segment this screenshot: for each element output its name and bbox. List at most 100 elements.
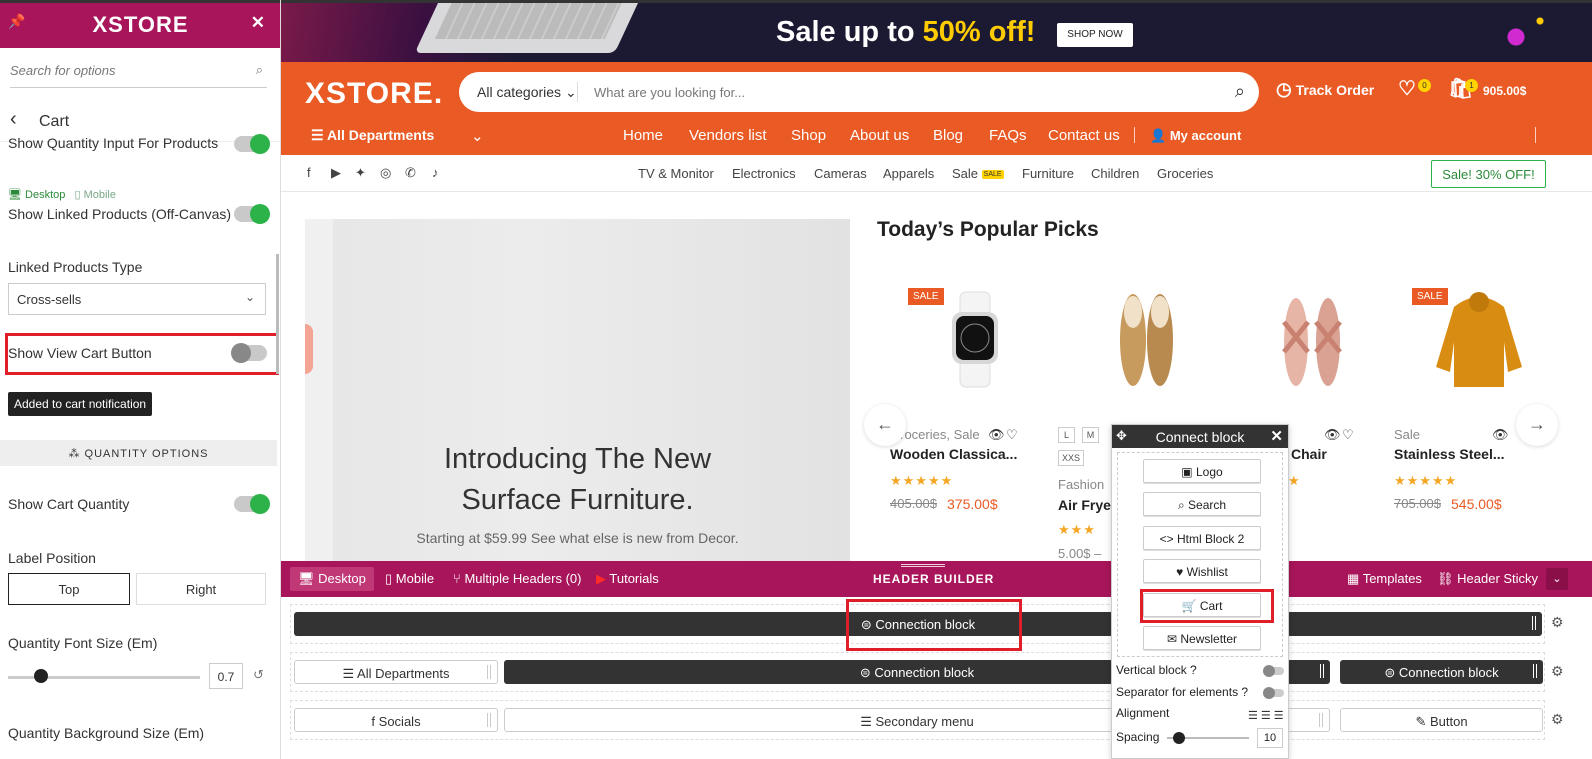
linked-type-select[interactable]: Cross-sells ⌄ <box>8 283 266 315</box>
store-search-input[interactable] <box>594 82 1194 102</box>
align-right-icon[interactable]: ☰ <box>1274 710 1287 722</box>
category-groceries[interactable]: Groceries <box>1157 166 1213 181</box>
drag-handle[interactable] <box>487 713 491 727</box>
twitter-icon[interactable]: ✦ <box>355 165 366 181</box>
category-apparels[interactable]: Apparels <box>883 166 934 181</box>
element-html-block-2[interactable]: <> Html Block 2 <box>1143 526 1261 550</box>
product-card[interactable]: SALE Groceries, Sale 👁 ♡ Wooden Classica… <box>890 282 1050 562</box>
shop-now-button[interactable]: SHOP NOW <box>1057 23 1133 47</box>
product-image-sandals[interactable] <box>1256 282 1366 397</box>
nav-shop[interactable]: Shop <box>791 127 826 144</box>
nav-vendors-list[interactable]: Vendors list <box>689 127 767 144</box>
builder-templates[interactable]: ▦ Templates <box>1347 571 1422 587</box>
builder-header-sticky[interactable]: ⛓ Header Sticky <box>1437 571 1538 587</box>
product-name[interactable]: Wooden Classica... <box>890 446 1017 462</box>
search-icon[interactable]: ⌕ <box>256 62 263 78</box>
chevron-down-icon[interactable]: ⌄ <box>1546 568 1568 590</box>
promo-sale-button[interactable]: Sale! 30% OFF! <box>1431 160 1546 188</box>
vertical-block-toggle[interactable] <box>1263 665 1284 677</box>
drag-handle[interactable] <box>1532 616 1536 630</box>
reset-icon[interactable]: ↺ <box>253 667 264 683</box>
added-to-cart-notification-button[interactable]: Added to cart notification <box>8 392 153 416</box>
category-select[interactable]: All categories ⌄ <box>477 84 577 101</box>
eye-icon[interactable]: 👁 <box>1324 427 1341 443</box>
drag-handle[interactable] <box>1320 664 1324 678</box>
font-size-slider-handle[interactable] <box>33 669 48 683</box>
tiktok-icon[interactable]: ♪ <box>432 165 439 180</box>
carousel-next-arrow[interactable]: → <box>1516 404 1558 446</box>
instagram-icon[interactable]: ◎ <box>380 165 391 181</box>
product-image-shoes[interactable] <box>1088 282 1198 397</box>
toggle-qty-input[interactable] <box>234 134 270 154</box>
font-size-value[interactable]: 0.7 <box>209 663 243 689</box>
product-name[interactable]: Stainless Steel... <box>1394 446 1505 462</box>
spacing-slider-handle[interactable] <box>1173 732 1186 744</box>
device-mobile-link[interactable]: ▯ Mobile <box>74 189 116 201</box>
options-search-input[interactable] <box>10 58 235 82</box>
eye-icon[interactable]: 👁 <box>988 427 1005 443</box>
drag-handle[interactable] <box>1533 664 1537 678</box>
chevron-down-icon[interactable]: ⌄ <box>471 127 484 145</box>
category-cameras[interactable]: Cameras <box>814 166 867 181</box>
nav-home[interactable]: Home <box>623 127 663 144</box>
element-search[interactable]: ⌕ Search <box>1143 492 1261 516</box>
gear-icon[interactable]: ⚙ <box>1551 663 1564 680</box>
youtube-icon[interactable]: ▶ <box>331 165 341 181</box>
spacing-value[interactable]: 10 <box>1257 728 1283 748</box>
button-block[interactable]: ✎ Button <box>1340 708 1543 732</box>
track-order-link[interactable]: ◷ Track Order <box>1276 79 1374 100</box>
cart-total[interactable]: 905.00$ <box>1483 84 1526 98</box>
drag-handle[interactable] <box>487 665 491 679</box>
resize-grip[interactable] <box>901 564 945 567</box>
category-electronics[interactable]: Electronics <box>732 166 796 181</box>
nav-faqs[interactable]: FAQs <box>989 127 1027 144</box>
close-icon[interactable]: ✕ <box>1270 427 1283 445</box>
builder-desktop-tab[interactable]: 🖥 Desktop <box>290 567 374 591</box>
close-icon[interactable]: ✕ <box>251 13 265 33</box>
socials-block[interactable]: f Socials <box>294 708 498 732</box>
nav-blog[interactable]: Blog <box>933 127 963 144</box>
align-left-icon[interactable]: ☰ <box>1248 710 1261 722</box>
store-logo[interactable]: XSTORE. <box>305 77 443 111</box>
category-sale[interactable]: Sale SALE <box>952 166 1004 181</box>
product-category[interactable]: Sale <box>1394 427 1420 442</box>
hero-slide[interactable]: Introducing The New Surface Furniture. St… <box>305 219 850 564</box>
connection-block-right[interactable]: ⊜ Connection block <box>1340 660 1543 684</box>
toggle-view-cart[interactable] <box>231 343 267 363</box>
category-tv-monitor[interactable]: TV & Monitor <box>638 166 714 181</box>
separator-toggle[interactable] <box>1263 687 1284 699</box>
back-arrow-icon[interactable]: ‹ <box>10 108 17 131</box>
gear-icon[interactable]: ⚙ <box>1551 614 1564 631</box>
size-chip-xxs[interactable]: XXS <box>1058 450 1084 466</box>
align-center-icon[interactable]: ☰ <box>1261 710 1274 722</box>
all-departments-block[interactable]: ☰ All Departments <box>294 660 498 684</box>
wishlist-icon[interactable]: ♡ <box>1398 76 1416 101</box>
my-account-link[interactable]: 👤 My account <box>1150 128 1241 144</box>
category-furniture[interactable]: Furniture <box>1022 166 1074 181</box>
facebook-icon[interactable]: f <box>307 165 311 180</box>
category-children[interactable]: Children <box>1091 166 1139 181</box>
product-name[interactable]: Air Fryer <box>1058 497 1116 513</box>
nav-about-us[interactable]: About us <box>850 127 909 144</box>
nav-contact-us[interactable]: Contact us <box>1048 127 1120 144</box>
search-icon[interactable]: ⌕ <box>1235 81 1245 102</box>
element-logo[interactable]: ▣ Logo <box>1143 459 1261 483</box>
device-desktop-link[interactable]: 🖥 Desktop <box>8 189 65 201</box>
whatsapp-icon[interactable]: ✆ <box>405 165 416 181</box>
product-category[interactable]: Fashion <box>1058 477 1104 492</box>
product-name[interactable]: Chair <box>1291 446 1327 462</box>
heart-icon[interactable]: ♡ <box>1342 427 1354 443</box>
label-position-right[interactable]: Right <box>136 573 266 605</box>
toggle-linked-offcanvas[interactable] <box>234 204 270 224</box>
label-position-top[interactable]: Top <box>8 573 130 605</box>
drag-handle[interactable] <box>1319 713 1323 727</box>
carousel-prev-arrow[interactable]: ← <box>864 404 906 446</box>
panel-scrollbar[interactable] <box>276 254 279 374</box>
toggle-cart-quantity[interactable] <box>234 494 270 514</box>
size-chip-m[interactable]: M <box>1082 427 1099 443</box>
eye-icon[interactable]: 👁 <box>1492 427 1509 443</box>
size-chip-l[interactable]: L <box>1058 427 1075 443</box>
element-wishlist[interactable]: ♥ Wishlist <box>1143 559 1261 583</box>
element-newsletter[interactable]: ✉ Newsletter <box>1143 626 1261 650</box>
builder-multiple-headers[interactable]: ⑂ Multiple Headers (0) <box>453 571 581 586</box>
